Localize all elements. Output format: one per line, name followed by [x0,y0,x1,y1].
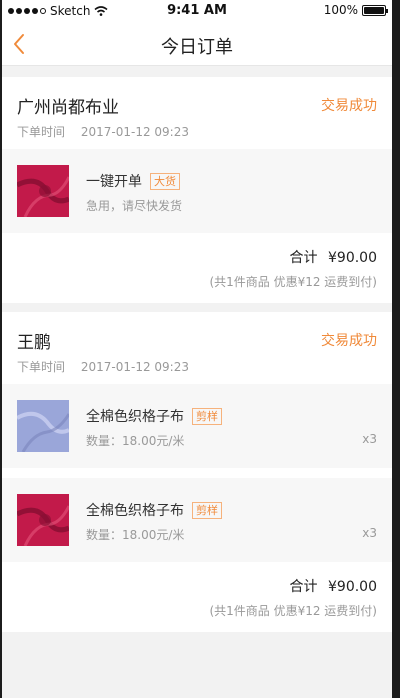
order-time-label: 下单时间 [17,125,66,139]
shop-name: 广州尚都布业 [17,98,119,118]
order-header: 广州尚都布业 交易成功 下单时间 2017-01-12 09:23 [2,77,392,149]
fabric-thumbnail [17,400,69,452]
order-footer: 合计 ¥90.00 (共1件商品 优惠¥12 运费到付) [2,562,392,632]
order-time: 下单时间 2017-01-12 09:23 [17,358,189,375]
item-quantity-price: 数量：18.00元/米 [86,528,185,542]
order-footer: 合计 ¥90.00 (共1件商品 优惠¥12 运费到付) [2,233,392,303]
page-title: 今日订单 [161,37,233,58]
fabric-thumbnail [17,165,69,217]
battery-icon [362,4,388,16]
order-item[interactable]: 全棉色织格子布 剪样 数量：18.00元/米 x3 [2,478,392,562]
order-card[interactable]: 广州尚都布业 交易成功 下单时间 2017-01-12 09:23 一键开单 大… [2,77,392,303]
item-note: 急用，请尽快发货 [86,199,183,213]
shop-name: 王鹏 [17,333,51,353]
order-item[interactable]: 一键开单 大货 急用，请尽快发货 [2,149,392,233]
order-time-value: 2017-01-12 09:23 [80,125,189,139]
order-time-label: 下单时间 [17,360,66,374]
order-time: 下单时间 2017-01-12 09:23 [17,123,189,140]
order-total: 合计 ¥90.00 [290,576,377,596]
item-count: x3 [362,432,377,446]
item-tag: 剪样 [192,407,222,425]
order-status: 交易成功 [321,333,377,349]
item-divider [2,468,392,478]
order-item[interactable]: 全棉色织格子布 剪样 数量：18.00元/米 x3 [2,384,392,468]
order-card[interactable]: 王鹏 交易成功 下单时间 2017-01-12 09:23 全棉色织格子布 剪样… [2,312,392,632]
total-label: 合计 [289,579,318,595]
item-name: 全棉色织格子布 [86,409,184,425]
item-count: x3 [362,526,377,540]
order-time-value: 2017-01-12 09:23 [80,360,189,374]
battery-percent: 100% [323,3,358,17]
item-quantity-price: 数量：18.00元/米 [86,434,185,448]
battery-status: 100% [323,3,388,17]
order-summary: (共1件商品 优惠¥12 运费到付) [209,604,377,618]
nav-bar: 今日订单 [2,22,392,66]
item-name: 一键开单 [86,174,142,190]
total-label: 合计 [289,250,318,266]
item-tag: 剪样 [192,501,222,519]
fabric-thumbnail [17,494,69,546]
total-value: ¥90.00 [328,579,377,595]
order-header: 王鹏 交易成功 下单时间 2017-01-12 09:23 [2,312,392,384]
item-tag: 大货 [150,172,180,190]
total-value: ¥90.00 [328,250,377,266]
item-name: 全棉色织格子布 [86,503,184,519]
phone-screen: Sketch 9:41 AM 100% 今日订单 广州尚都布业 交易成功 下单时… [2,0,392,698]
order-summary: (共1件商品 优惠¥12 运费到付) [209,275,377,289]
order-status: 交易成功 [321,98,377,114]
status-bar: Sketch 9:41 AM 100% [2,0,392,22]
order-total: 合计 ¥90.00 [290,247,377,267]
